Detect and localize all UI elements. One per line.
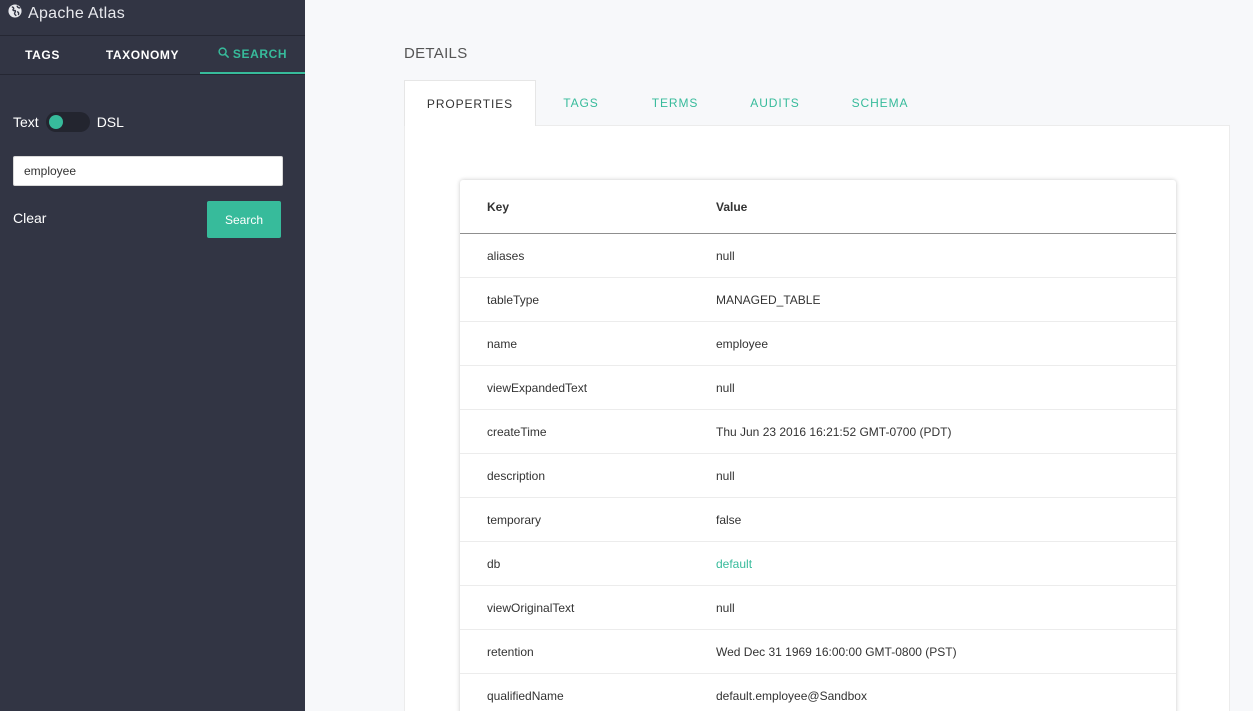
sidebar-tab-tags[interactable]: TAGS [0, 36, 85, 74]
clear-link[interactable]: Clear [13, 210, 46, 226]
property-key: aliases [487, 248, 525, 263]
property-key: retention [487, 644, 534, 659]
search-mode-toggle-row: Text DSL [0, 112, 305, 132]
db-link[interactable]: default [716, 557, 1176, 571]
property-key: tableType [487, 292, 540, 307]
tab-tags[interactable]: TAGS [536, 80, 626, 126]
table-row: createTime Thu Jun 23 2016 16:21:52 GMT-… [460, 410, 1176, 454]
property-value: null [716, 380, 735, 395]
property-key: name [487, 336, 518, 351]
tab-audits[interactable]: AUDITS [724, 80, 826, 126]
table-row: temporary false [460, 498, 1176, 542]
globe-icon [8, 4, 28, 23]
property-key: description [487, 468, 546, 483]
property-value: employee [716, 336, 769, 351]
sidebar-tab-search[interactable]: SEARCH [200, 36, 305, 74]
table-header: Key Value [460, 180, 1176, 234]
search-mode-toggle[interactable] [45, 112, 90, 132]
main-content: DETAILS PROPERTIES TAGS TERMS AUDITS SCH… [305, 0, 1253, 711]
search-button[interactable]: Search [207, 201, 281, 238]
table-row: qualifiedName default.employee@Sandbox [460, 674, 1176, 711]
table-row: viewOriginalText null [460, 586, 1176, 630]
properties-table: Key Value aliases null tableType MANAGED… [460, 180, 1176, 711]
property-value: null [716, 468, 735, 483]
sidebar-tab-label: TAXONOMY [105, 48, 180, 62]
tab-properties[interactable]: PROPERTIES [404, 80, 536, 126]
property-value: Wed Dec 31 1969 16:00:00 GMT-0800 (PST) [716, 644, 957, 659]
sidebar-tab-taxonomy[interactable]: TAXONOMY [85, 36, 200, 74]
property-key: viewOriginalText [487, 600, 575, 615]
tab-schema[interactable]: SCHEMA [826, 80, 934, 126]
property-key: qualifiedName [487, 688, 564, 703]
property-key: createTime [487, 424, 547, 439]
property-value: null [716, 600, 735, 615]
property-value: false [716, 512, 742, 527]
tab-terms[interactable]: TERMS [626, 80, 724, 126]
table-row: description null [460, 454, 1176, 498]
property-value: default.employee@Sandbox [716, 688, 867, 703]
table-row: db default [460, 542, 1176, 586]
table-row: viewExpandedText null [460, 366, 1176, 410]
sidebar-tab-label: TAGS [25, 48, 60, 62]
property-value: MANAGED_TABLE [716, 292, 821, 307]
table-row: retention Wed Dec 31 1969 16:00:00 GMT-0… [460, 630, 1176, 674]
table-row: name employee [460, 322, 1176, 366]
sidebar: Apache Atlas TAGS TAXONOMY SEARCH Text D… [0, 0, 305, 711]
property-key: viewExpandedText [487, 380, 588, 395]
table-row: aliases null [460, 234, 1176, 278]
property-value: Thu Jun 23 2016 16:21:52 GMT-0700 (PDT) [716, 424, 952, 439]
toggle-label-dsl: DSL [96, 114, 124, 130]
column-header-key: Key [487, 199, 510, 214]
table-row: tableType MANAGED_TABLE [460, 278, 1176, 322]
sidebar-tabs: TAGS TAXONOMY SEARCH [0, 36, 305, 75]
app-root: Apache Atlas TAGS TAXONOMY SEARCH Text D… [0, 0, 1253, 711]
property-value: null [716, 248, 735, 263]
app-title: Apache Atlas [28, 4, 125, 22]
toggle-label-text: Text [13, 114, 39, 130]
toggle-knob [48, 115, 63, 129]
sidebar-tab-label: SEARCH [232, 47, 288, 61]
brand[interactable]: Apache Atlas [0, 0, 305, 36]
page-title: DETAILS [404, 45, 468, 62]
search-icon [218, 47, 233, 61]
search-input[interactable] [13, 156, 283, 186]
properties-panel: Key Value aliases null tableType MANAGED… [404, 125, 1230, 711]
column-header-value: Value [716, 199, 748, 214]
property-key: temporary [487, 512, 542, 527]
property-key: db [487, 556, 501, 571]
details-tabs: PROPERTIES TAGS TERMS AUDITS SCHEMA [404, 80, 934, 126]
